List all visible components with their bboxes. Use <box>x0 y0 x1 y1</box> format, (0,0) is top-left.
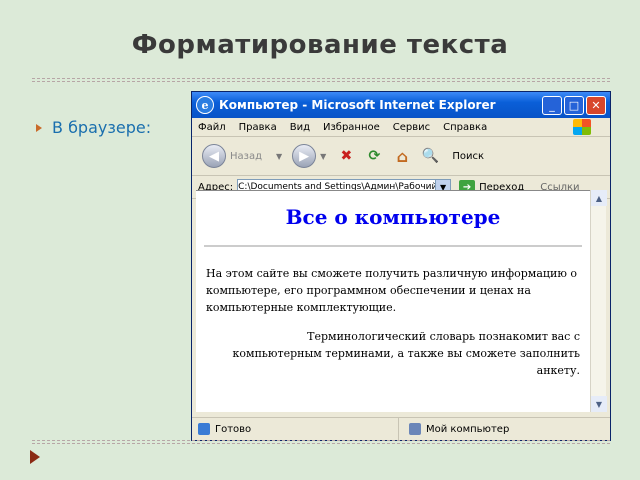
forward-arrow-icon[interactable]: ▶ <box>292 144 317 168</box>
divider <box>32 440 610 441</box>
close-button[interactable]: ✕ <box>586 95 606 115</box>
page-paragraph-right: Терминологический словарь познакомит вас… <box>232 330 580 377</box>
next-slide-icon[interactable] <box>30 450 40 464</box>
search-button-label[interactable]: Поиск <box>452 151 484 162</box>
maximize-button[interactable]: □ <box>564 95 584 115</box>
stop-icon[interactable]: ✖ <box>336 146 356 166</box>
status-bar: Готово Мой компьютер <box>192 417 610 440</box>
menu-view[interactable]: Вид <box>290 122 310 133</box>
page-paragraph: На этом сайте вы сможете получить различ… <box>206 267 578 314</box>
page-status-icon <box>198 423 210 435</box>
windows-logo-icon <box>573 119 591 135</box>
back-button-label[interactable]: Назад <box>230 151 262 162</box>
divider <box>32 81 610 82</box>
page-heading: Все о компьютере <box>285 205 501 229</box>
slide-title: Форматирование текста <box>131 30 509 60</box>
search-icon[interactable]: 🔍 <box>420 146 440 166</box>
zone-text: Мой компьютер <box>426 423 510 435</box>
home-icon[interactable]: ⌂ <box>392 146 412 166</box>
page-content: Все о компьютере На этом сайте вы сможет… <box>196 190 590 412</box>
window-title: Компьютер - Microsoft Internet Explorer <box>219 98 496 112</box>
menu-tools[interactable]: Сервис <box>393 122 430 133</box>
minimize-button[interactable]: _ <box>542 95 562 115</box>
menu-edit[interactable]: Правка <box>239 122 277 133</box>
menu-favorites[interactable]: Избранное <box>323 122 380 133</box>
bullet-arrow-icon <box>36 123 42 132</box>
refresh-icon[interactable]: ⟳ <box>364 146 384 166</box>
scroll-down-icon[interactable]: ▼ <box>591 396 607 412</box>
menu-file[interactable]: Файл <box>198 122 226 133</box>
menu-bar: Файл Правка Вид Избранное Сервис Справка <box>192 118 610 137</box>
bullet-item: В браузере: <box>36 118 151 137</box>
toolbar: ◀ Назад ▼ ▶ ▼ ✖ ⟳ ⌂ 🔍 Поиск <box>192 137 610 176</box>
divider <box>32 443 610 444</box>
bullet-text: В браузере: <box>52 118 152 137</box>
my-computer-icon <box>409 423 421 435</box>
divider <box>32 78 610 79</box>
scroll-up-icon[interactable]: ▲ <box>591 190 607 206</box>
menu-help[interactable]: Справка <box>443 122 487 133</box>
status-text: Готово <box>215 423 252 435</box>
back-dropdown-icon[interactable]: ▼ <box>276 152 282 161</box>
ie-logo-icon: e <box>196 96 214 114</box>
vertical-scrollbar[interactable]: ▲ ▼ <box>590 190 607 412</box>
page-divider <box>204 245 582 247</box>
ie-window: e Компьютер - Microsoft Internet Explore… <box>191 91 611 441</box>
back-arrow-icon[interactable]: ◀ <box>202 144 226 168</box>
window-titlebar[interactable]: e Компьютер - Microsoft Internet Explore… <box>192 92 610 118</box>
forward-dropdown-icon[interactable]: ▼ <box>320 152 326 161</box>
